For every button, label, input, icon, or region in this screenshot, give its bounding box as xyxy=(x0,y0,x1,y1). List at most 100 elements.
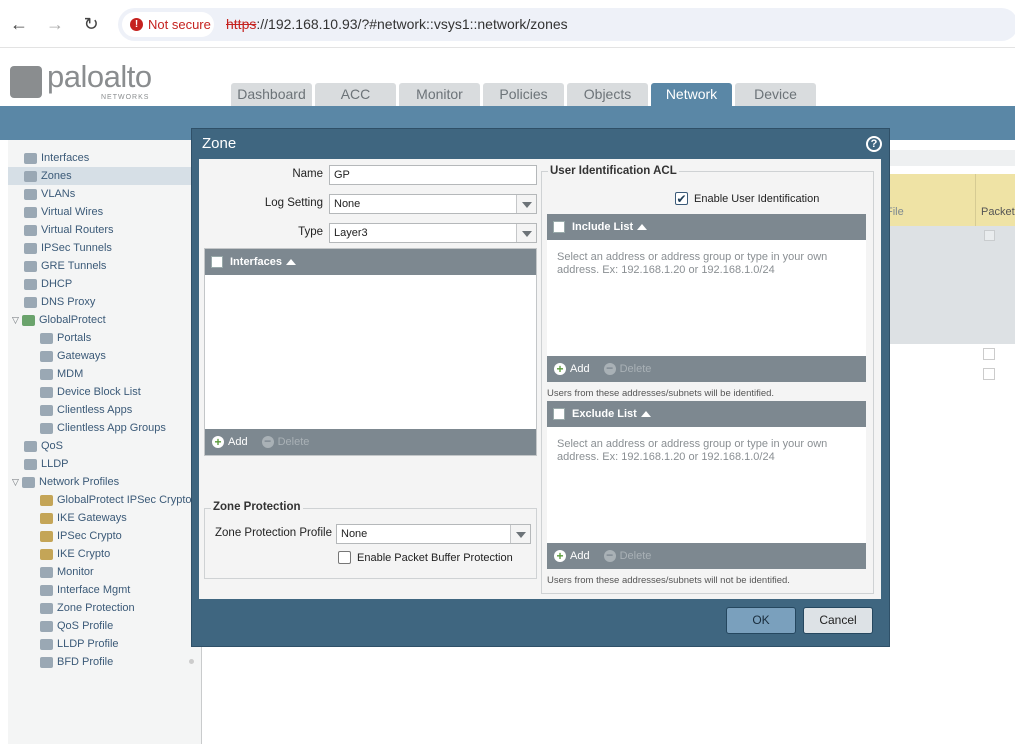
sidebar-item-dhcp[interactable]: DHCP xyxy=(8,275,201,293)
interfaces-delete-button[interactable]: − Delete xyxy=(261,435,309,448)
sidebar-item-clientless-apps[interactable]: Clientless Apps xyxy=(8,401,201,419)
sidebar-item-ipsec-crypto[interactable]: IPSec Crypto xyxy=(8,527,201,545)
nav-node-icon xyxy=(40,602,53,614)
sidebar-item-gateways[interactable]: Gateways xyxy=(8,347,201,365)
sort-asc-icon[interactable] xyxy=(285,259,296,266)
add-label: Add xyxy=(228,436,248,448)
packet-buffer-checkbox[interactable] xyxy=(338,551,351,564)
sidebar-item-label: Network Profiles xyxy=(39,476,120,488)
exclude-list-footer: + Add − Delete xyxy=(547,543,866,569)
sidebar-item-gre-tunnels[interactable]: GRE Tunnels xyxy=(8,257,201,275)
tab-objects[interactable]: Objects xyxy=(567,83,648,106)
enable-uid-checkbox[interactable] xyxy=(675,192,688,205)
expand-toggle-icon[interactable]: ▽ xyxy=(12,473,22,491)
exclude-add-button[interactable]: + Add xyxy=(554,550,590,562)
select-all-checkbox[interactable] xyxy=(553,221,565,233)
col-packet: Packet xyxy=(981,206,1015,218)
help-icon[interactable]: ? xyxy=(866,136,882,152)
exclude-delete-button[interactable]: − Delete xyxy=(603,549,651,562)
interfaces-list[interactable] xyxy=(205,275,536,429)
interfaces-grid: Interfaces + Add − Delete xyxy=(204,248,537,456)
sidebar-item-clientless-app-groups[interactable]: Clientless App Groups xyxy=(8,419,201,437)
nav-node-icon xyxy=(40,584,53,596)
sidebar-item-network-profiles[interactable]: ▽ Network Profiles xyxy=(8,473,201,491)
sidebar-item-bfd-profile[interactable]: BFD Profile xyxy=(8,653,201,671)
sidebar-item-ike-crypto[interactable]: IKE Crypto xyxy=(8,545,201,563)
sidebar-item-label: Monitor xyxy=(57,566,94,578)
sidebar-item-device-block-list[interactable]: Device Block List xyxy=(8,383,201,401)
zpp-label: Zone Protection Profile xyxy=(215,527,332,539)
interfaces-footer: + Add − Delete xyxy=(205,429,536,455)
dialog-body: Name GP Log Setting None Type Layer3 Int… xyxy=(199,159,881,599)
tab-device[interactable]: Device xyxy=(735,83,816,106)
sidebar-item-virtual-wires[interactable]: Virtual Wires xyxy=(8,203,201,221)
nav-node-icon xyxy=(40,638,53,650)
zpp-value: None xyxy=(341,528,368,540)
sidebar-item-globalprotect-ipsec-crypto[interactable]: GlobalProtect IPSec Crypto xyxy=(8,491,201,509)
interfaces-header[interactable]: Interfaces xyxy=(205,249,536,275)
sort-asc-icon[interactable] xyxy=(640,411,651,418)
row-checkbox[interactable] xyxy=(983,368,995,380)
sidebar-item-label: Interface Mgmt xyxy=(57,584,131,596)
address-bar[interactable]: ! Not secure https://192.168.10.93/?#net… xyxy=(118,8,1015,41)
reload-icon[interactable]: ↻ xyxy=(79,12,103,36)
paloalto-logo-icon xyxy=(10,66,42,98)
chevron-down-icon[interactable] xyxy=(516,224,536,242)
sort-asc-icon[interactable] xyxy=(637,224,648,231)
name-field[interactable]: GP xyxy=(329,165,537,185)
exclude-list-body[interactable]: Select an address or address group or ty… xyxy=(547,427,866,543)
sidebar-item-vlans[interactable]: VLANs xyxy=(8,185,201,203)
exclude-list-header[interactable]: Exclude List xyxy=(547,401,866,427)
sidebar-item-lldp-profile[interactable]: LLDP Profile xyxy=(8,635,201,653)
back-icon[interactable]: ← xyxy=(7,12,31,36)
tab-monitor[interactable]: Monitor xyxy=(399,83,480,106)
sidebar-item-portals[interactable]: Portals xyxy=(8,329,201,347)
interfaces-add-button[interactable]: + Add xyxy=(212,436,248,448)
url-text[interactable]: https://192.168.10.93/?#network::vsys1::… xyxy=(226,16,568,32)
tab-acc[interactable]: ACC xyxy=(315,83,396,106)
forward-icon[interactable]: → xyxy=(43,12,67,36)
plus-icon: + xyxy=(554,550,566,562)
sidebar-item-mdm[interactable]: MDM xyxy=(8,365,201,383)
cancel-button[interactable]: Cancel xyxy=(803,607,873,634)
include-list-body[interactable]: Select an address or address group or ty… xyxy=(547,240,866,356)
sidebar-item-interface-mgmt[interactable]: Interface Mgmt xyxy=(8,581,201,599)
sidebar-item-ike-gateways[interactable]: IKE Gateways xyxy=(8,509,201,527)
tab-dashboard[interactable]: Dashboard xyxy=(231,83,312,106)
include-add-button[interactable]: + Add xyxy=(554,363,590,375)
sidebar-item-interfaces[interactable]: Interfaces xyxy=(8,149,201,167)
sidebar-item-lldp[interactable]: LLDP xyxy=(8,455,201,473)
sidebar-item-zone-protection[interactable]: Zone Protection xyxy=(8,599,201,617)
log-setting-select[interactable]: None xyxy=(329,194,537,214)
sidebar-item-virtual-routers[interactable]: Virtual Routers xyxy=(8,221,201,239)
table-row[interactable] xyxy=(880,226,1015,344)
sidebar-item-monitor[interactable]: Monitor xyxy=(8,563,201,581)
include-delete-button[interactable]: − Delete xyxy=(603,362,651,375)
select-all-checkbox[interactable] xyxy=(211,256,223,268)
tab-network[interactable]: Network xyxy=(651,83,732,106)
row-checkbox[interactable] xyxy=(983,348,995,360)
not-secure-label: Not secure xyxy=(148,17,211,32)
sidebar-item-dns-proxy[interactable]: DNS Proxy xyxy=(8,293,201,311)
tab-policies[interactable]: Policies xyxy=(483,83,564,106)
ok-button[interactable]: OK xyxy=(726,607,796,634)
include-list-grid: Include List Select an address or addres… xyxy=(547,214,866,382)
sidebar-item-zones[interactable]: Zones xyxy=(8,167,201,185)
sidebar-item-qos-profile[interactable]: QoS Profile xyxy=(8,617,201,635)
include-list-footer: + Add − Delete xyxy=(547,356,866,382)
type-select[interactable]: Layer3 xyxy=(329,223,537,243)
include-list-header[interactable]: Include List xyxy=(547,214,866,240)
name-label: Name xyxy=(292,168,323,180)
sidebar-item-label: BFD Profile xyxy=(57,656,114,668)
exclude-placeholder: Select an address or address group or ty… xyxy=(557,438,828,463)
select-all-checkbox[interactable] xyxy=(553,408,565,420)
sidebar-item-ipsec-tunnels[interactable]: IPSec Tunnels xyxy=(8,239,201,257)
expand-toggle-icon[interactable]: ▽ xyxy=(12,311,22,329)
not-secure-chip[interactable]: ! Not secure xyxy=(122,12,214,37)
zpp-select[interactable]: None xyxy=(336,524,531,544)
sidebar-item-qos[interactable]: QoS xyxy=(8,437,201,455)
nav-node-icon xyxy=(40,530,53,542)
chevron-down-icon[interactable] xyxy=(510,525,530,543)
sidebar-item-globalprotect[interactable]: ▽ GlobalProtect xyxy=(8,311,201,329)
chevron-down-icon[interactable] xyxy=(516,195,536,213)
